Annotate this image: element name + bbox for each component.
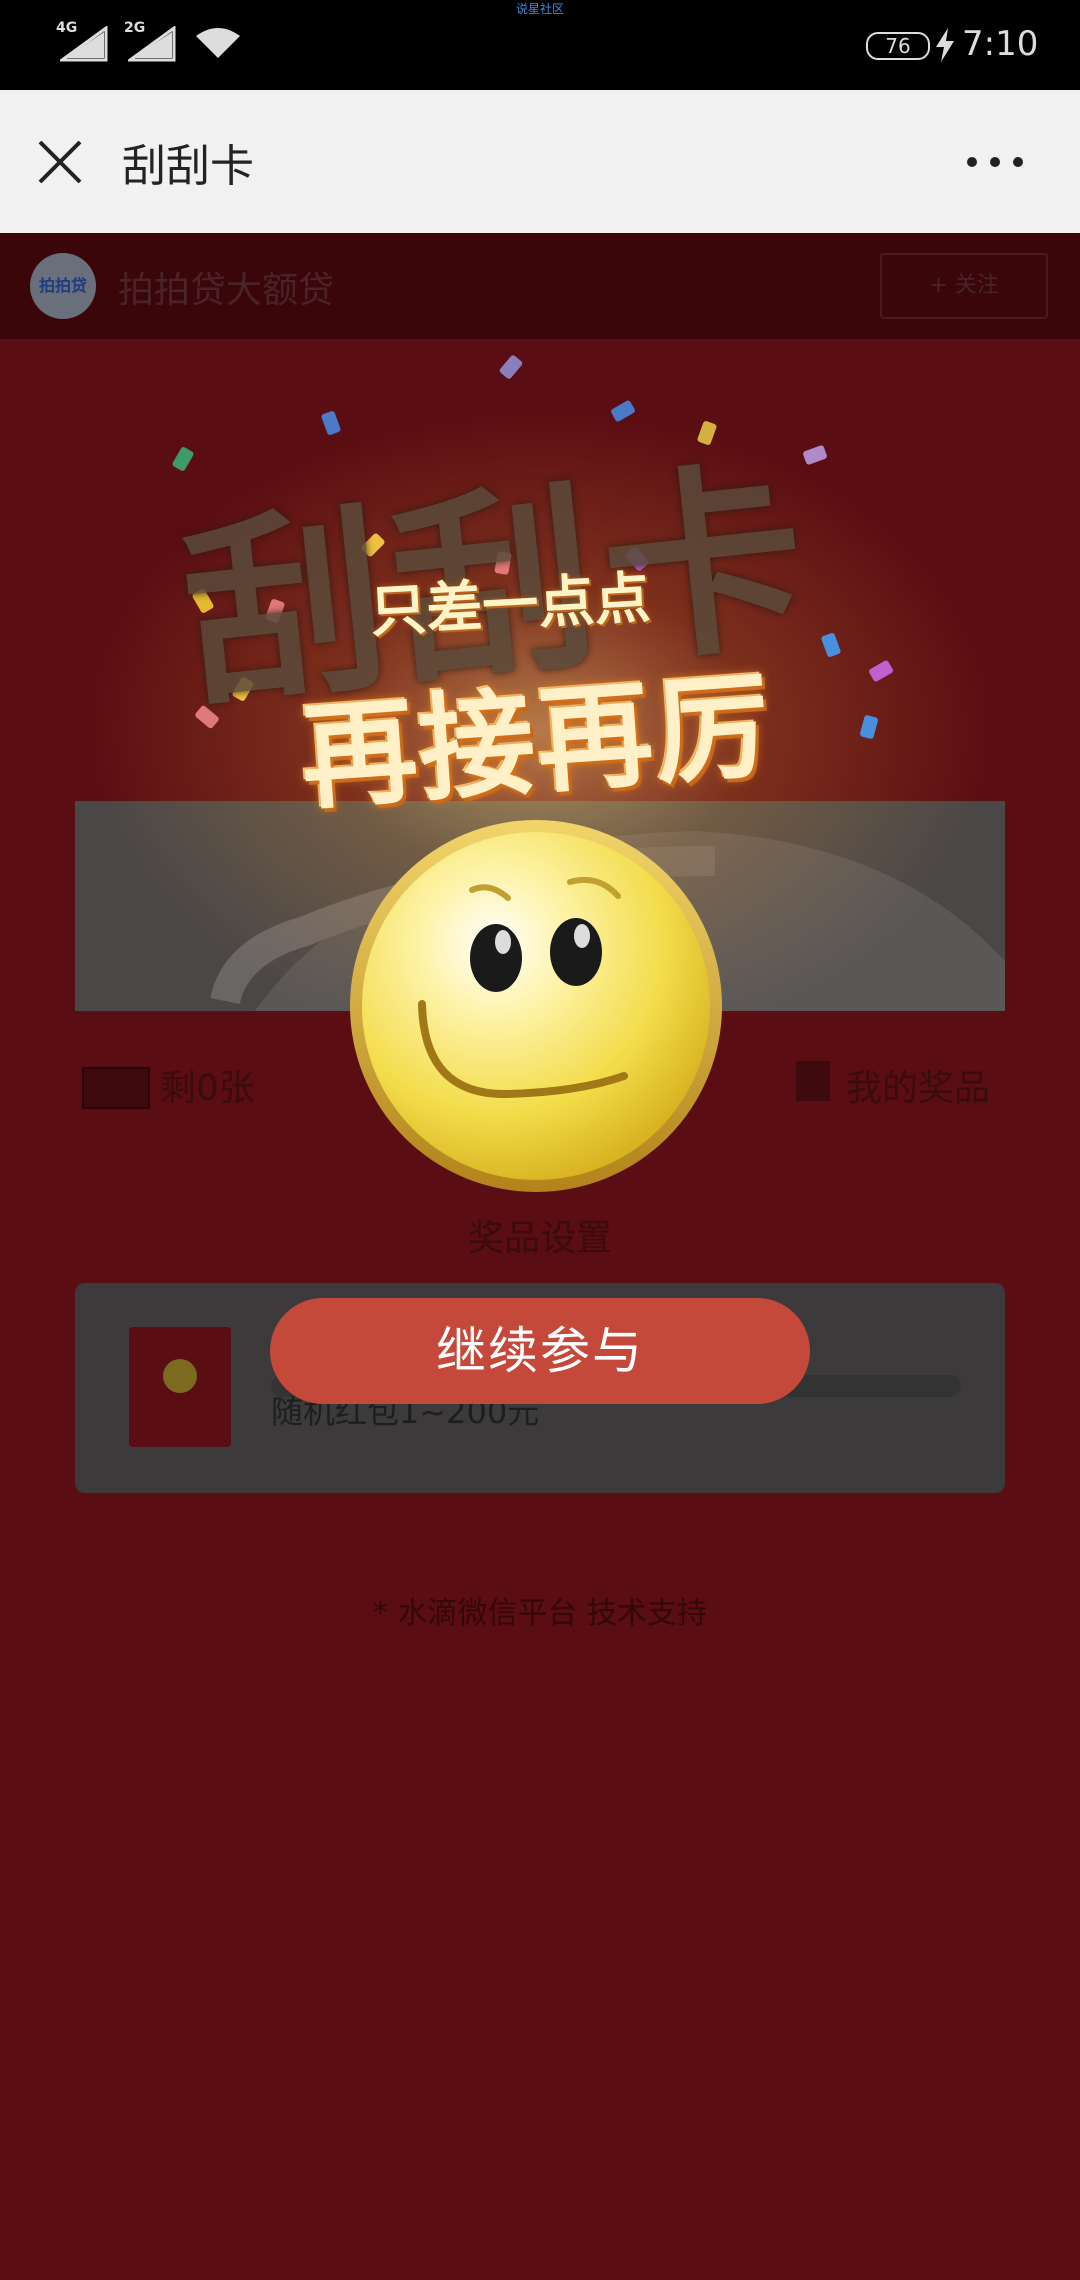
- smiley-face-icon: [348, 818, 724, 1194]
- red-envelope-icon: [129, 1327, 231, 1447]
- continue-button[interactable]: 继续参与: [270, 1298, 810, 1404]
- footer-credit: * 水滴微信平台 技术支持: [372, 1596, 708, 1631]
- popup-subtitle: 只差一点点: [368, 565, 652, 646]
- popup-headline: 再接再厉: [296, 658, 777, 827]
- prize-settings-heading: 奖品设置: [467, 1218, 612, 1259]
